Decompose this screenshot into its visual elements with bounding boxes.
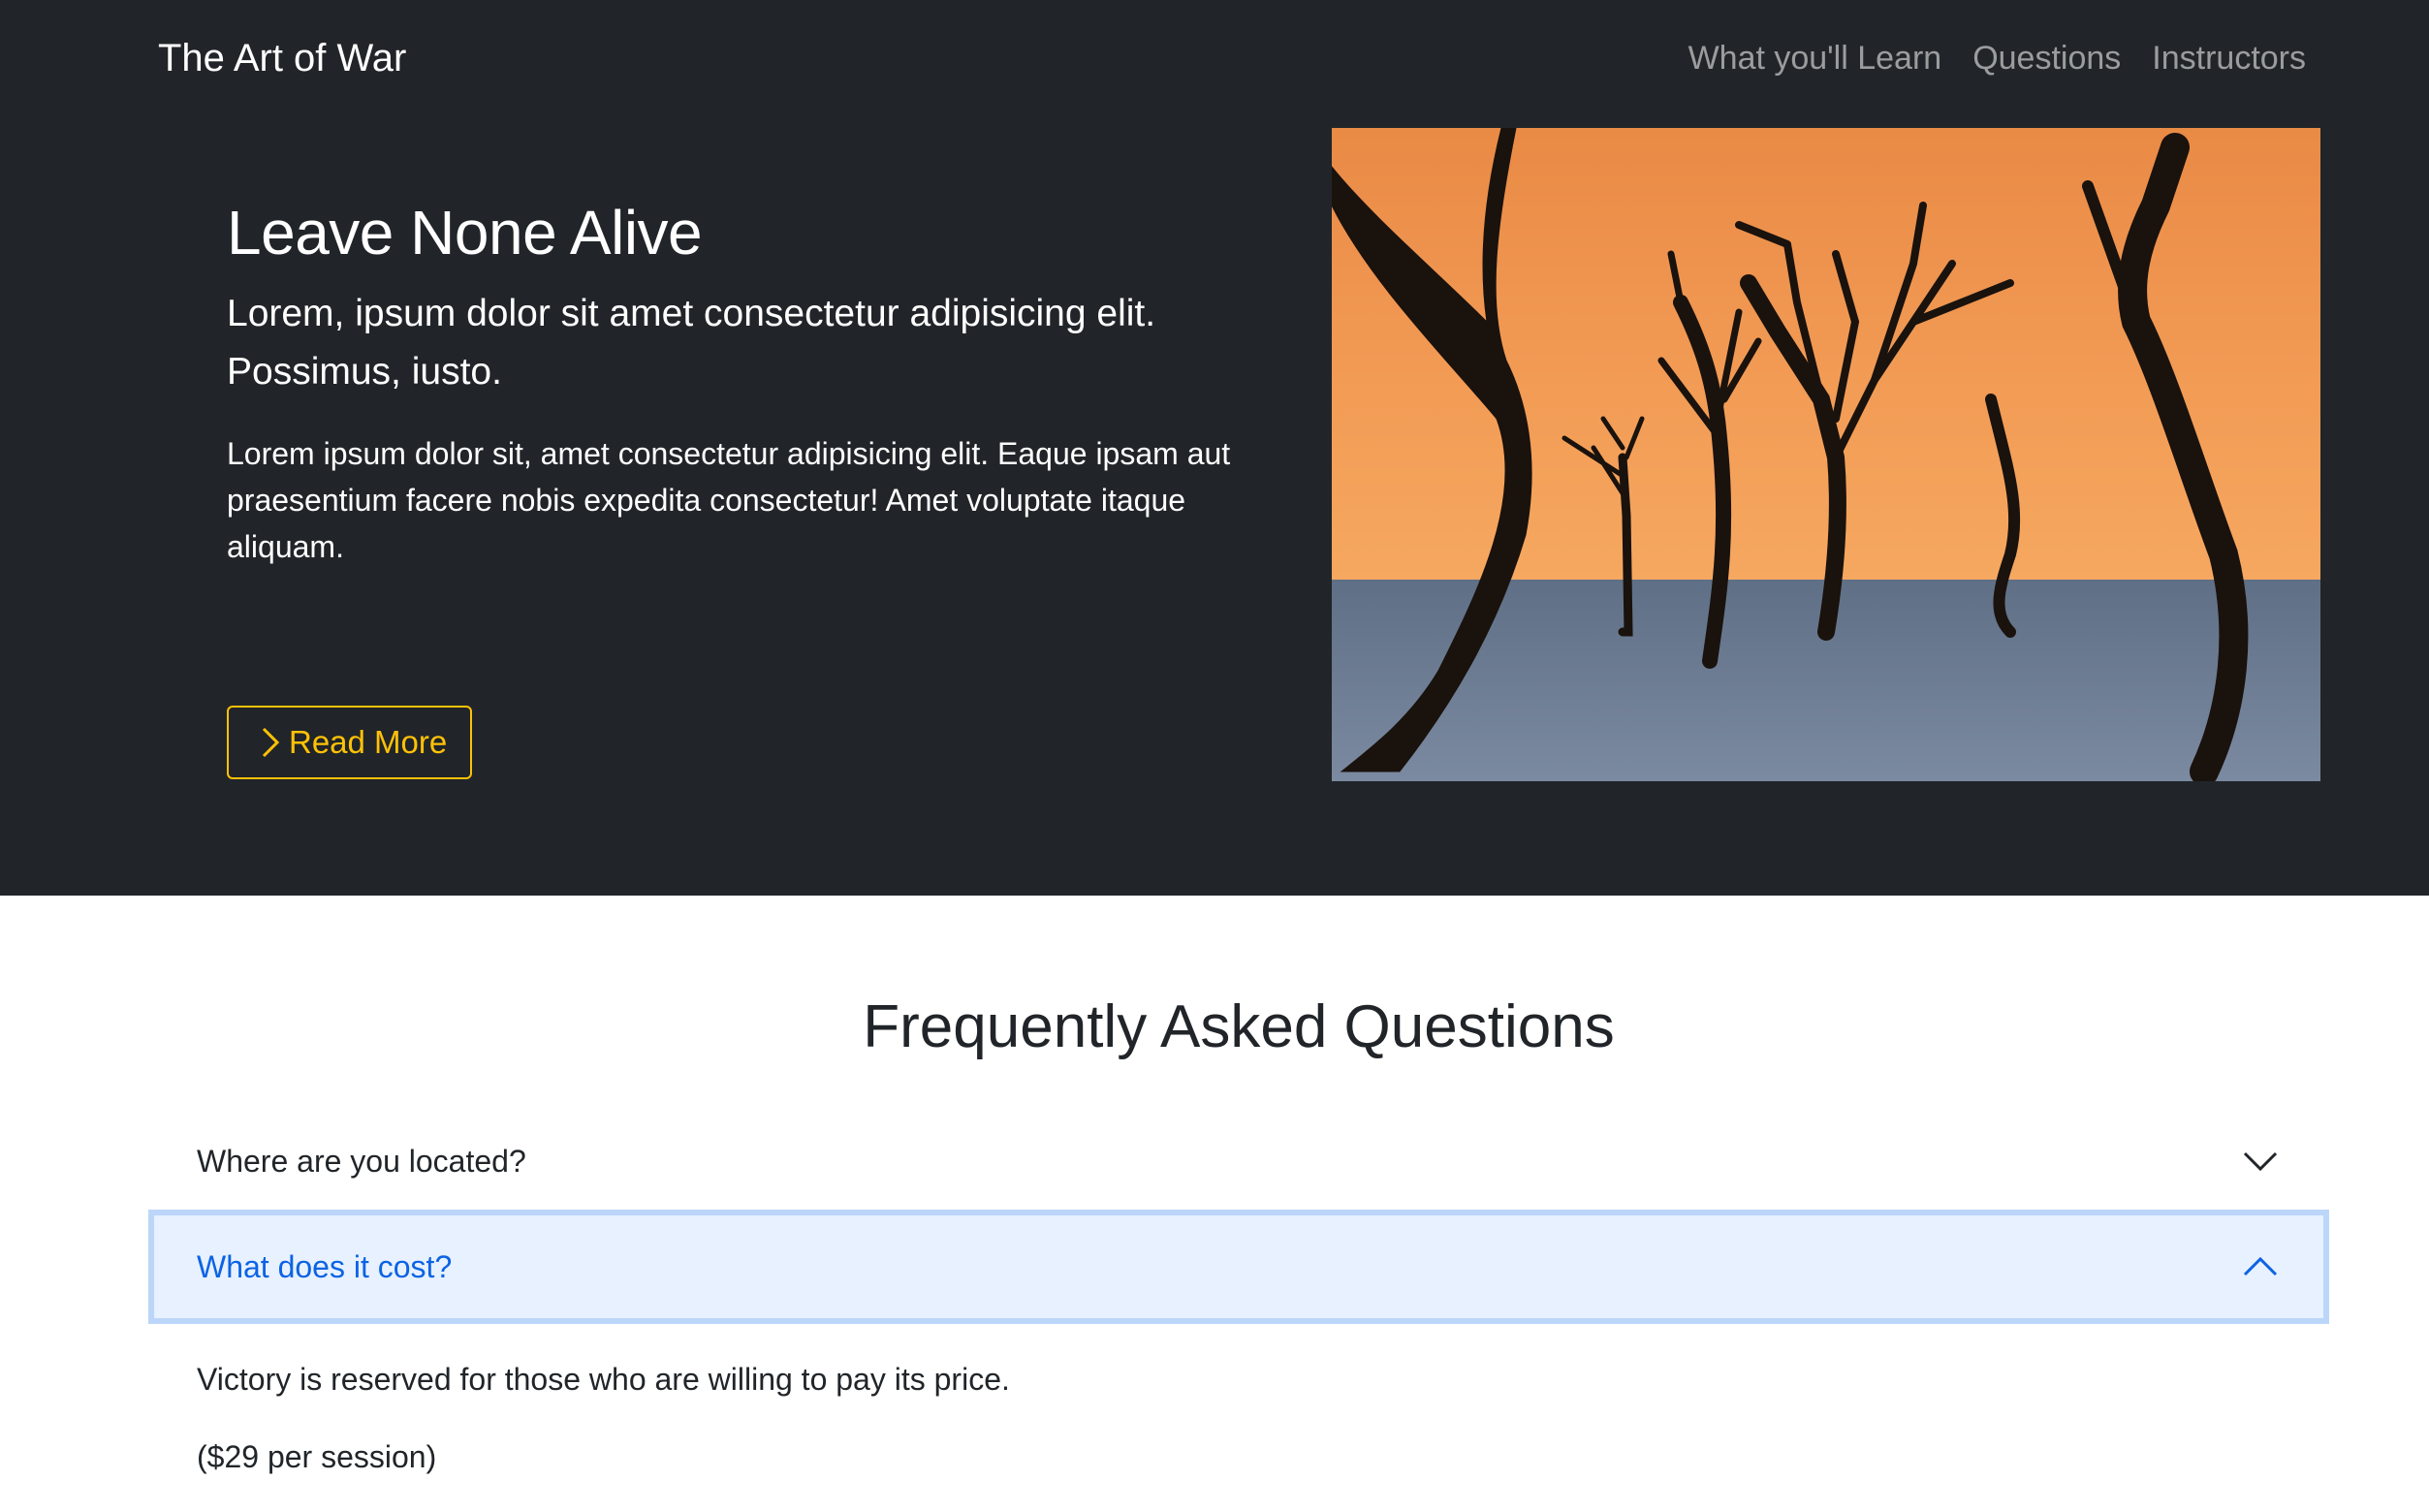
nav-links: What you'll Learn Questions Instructors [1688,35,2306,81]
nav-link-questions[interactable]: Questions [1972,35,2121,81]
hero-image [1332,128,2320,781]
faq-answer-text: Victory is reserved for those who are wi… [197,1362,1010,1397]
faq-question-label: What does it cost? [197,1248,453,1284]
nav-link-instructors[interactable]: Instructors [2152,35,2306,81]
hero-text: Leave None Alive Lorem, ipsum dolor sit … [227,194,1235,779]
hero-title: Leave None Alive [227,198,703,268]
faq-answer: Victory is reserved for those who are wi… [148,1324,2329,1479]
faq-answer-price: ($29 per session) [197,1439,437,1474]
faq-question-button[interactable]: Where are you located? [148,1113,2329,1210]
faq-question-button[interactable]: What does it cost? [148,1210,2329,1324]
desert-trees-illustration [1332,128,2320,781]
read-more-button[interactable]: Read More [227,706,473,779]
hero-body: Lorem ipsum dolor sit, amet consectetur … [227,436,1231,564]
faq-item: Where are you located? [148,1113,2329,1210]
read-more-label: Read More [289,724,448,760]
brand-link[interactable]: The Art of War [158,35,406,81]
chevron-right-icon [262,727,280,758]
chevron-down-icon [2243,1151,2278,1172]
faq-title: Frequently Asked Questions [863,993,1615,1060]
faq-question-label: Where are you located? [197,1143,526,1179]
navbar: The Art of War What you'll Learn Questio… [0,0,2429,124]
faq-item: What does it cost? Victory is reserved f… [148,1210,2329,1479]
hero-section: Leave None Alive Lorem, ipsum dolor sit … [0,124,2429,896]
hero-lead: Lorem, ipsum dolor sit amet consectetur … [227,293,1156,393]
faq-accordion: Where are you located? What does it cost… [148,1113,2329,1512]
nav-link-what-youll-learn[interactable]: What you'll Learn [1688,35,1942,81]
chevron-up-icon [2243,1256,2278,1276]
